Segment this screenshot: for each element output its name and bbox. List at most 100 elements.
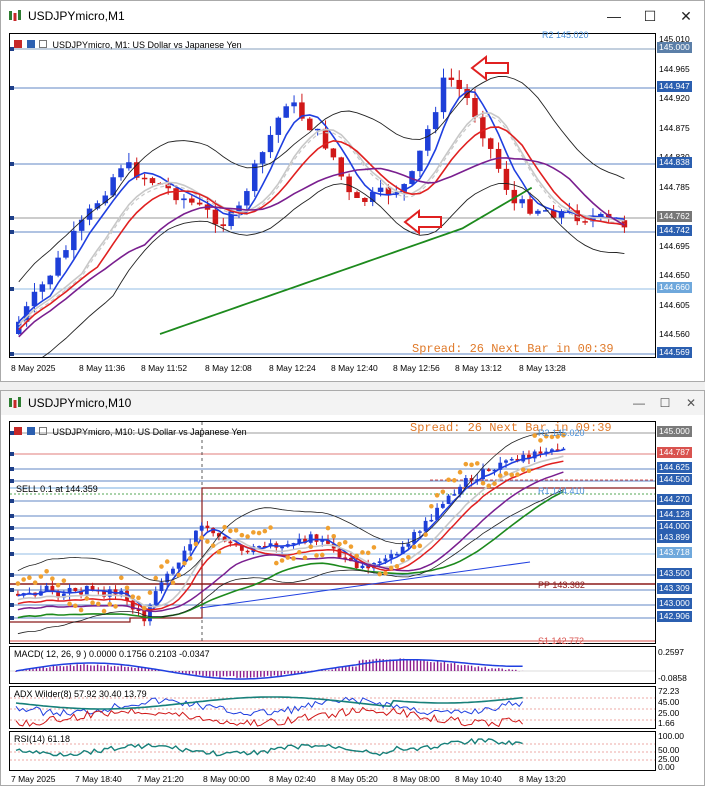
m1-price-tag: 144.660 [657,282,692,293]
m10-candle [417,531,422,533]
m1-time-tick: 8 May 2025 [11,363,56,373]
adx-tick-2: 25.00 [658,708,680,718]
parabolic-sar-dot [182,560,187,566]
parabolic-sar-dot [147,590,153,595]
m1-candle [275,117,282,135]
parabolic-sar-dot [434,493,440,498]
m1-r2-label: R2 145.020 [542,30,589,40]
parabolic-sar-dot [159,564,164,569]
m10-level-marker [10,467,14,471]
m1-price-tick: 144.695 [659,240,690,251]
m1-price-tick: 144.965 [659,63,690,74]
chart-window-icon [9,10,21,21]
macd-panel[interactable]: MACD( 12, 26, 9 ) 0.0000 0.1756 0.2103 -… [9,646,656,684]
maximize-button[interactable]: ☐ [652,391,678,415]
parabolic-sar-dot [101,608,107,614]
m1-title-bar[interactable]: USDJPYmicro,M1 — ☐ ✕ [1,1,704,31]
parabolic-sar-dot [474,461,480,466]
m1-candle [472,98,478,118]
parabolic-sar-dot [538,438,543,443]
parabolic-sar-dot [233,528,239,533]
daily-range-line [10,487,655,623]
m1-price-canvas [10,47,655,357]
m1-candle [535,210,541,214]
macd-label: MACD( 12, 26, 9 ) 0.0000 0.1756 0.2103 -… [14,649,210,659]
m1-ma-purple [18,157,625,338]
m1-candle [527,199,533,214]
m10-level-marker [10,552,14,556]
m1-price-tag: 144.947 [657,81,692,92]
parabolic-sar-dot [268,525,273,530]
m10-price-tag: 143.309 [657,583,692,594]
m10-chart-info: USDJPYmicro, M10: US Dollar vs Japanese … [14,427,247,437]
parabolic-sar-dot [291,556,296,561]
m10-title-bar[interactable]: USDJPYmicro,M10 — ☐ ✕ [1,391,704,415]
parabolic-sar-dot [520,467,526,473]
rsi-tick-3: 0.00 [658,762,675,772]
parabolic-sar-dot [130,594,136,599]
close-button[interactable]: ✕ [668,1,704,31]
m10-time-tick: 8 May 10:40 [455,774,502,784]
parabolic-sar-dot [118,575,124,581]
minimize-button[interactable]: — [626,391,652,415]
m10-pp-label: PP 143.382 [538,580,585,590]
m1-time-tick: 8 May 12:40 [331,363,378,373]
parabolic-sar-dot [342,539,348,545]
adx-panel[interactable]: ADX Wilder(8) 57.92 30.40 13.79 [9,686,656,729]
macd-tick-top: 0.2597 [658,647,684,657]
m1-price-plot[interactable]: USDJPYmicro, M1: US Dollar vs Japanese Y… [9,30,656,358]
minimize-button[interactable]: — [596,1,632,31]
parabolic-sar-dot [308,544,314,550]
parabolic-sar-dot [480,480,486,486]
close-button[interactable]: ✕ [678,391,704,415]
arrow-marker [470,54,509,82]
parabolic-sar-dot [187,556,193,561]
m1-window-title: USDJPYmicro,M1 [28,9,125,23]
maximize-button[interactable]: ☐ [632,1,668,31]
m1-candle [55,257,61,276]
m10-level-marker [10,573,14,577]
rsi-main-line [15,737,523,757]
parabolic-sar-dot [136,595,141,601]
m10-time-tick: 8 May 00:00 [203,774,250,784]
m10-candle [314,534,319,542]
parabolic-sar-dot [84,596,90,601]
arrow-marker [403,208,442,236]
m1-candle [31,291,38,307]
m10-time-tick: 8 May 13:20 [519,774,566,784]
m1-candle [212,209,219,225]
m10-candle [446,495,451,504]
m1-price-tick: 144.560 [659,329,690,339]
m10-time-tick: 8 May 05:20 [331,774,378,784]
m10-chart-window[interactable]: USDJPYmicro,M10 — ☐ ✕ USDJPYmicro, M10: … [0,390,705,786]
parabolic-sar-dot [469,462,474,468]
m1-ma-silver [18,112,625,326]
trend-line [199,561,531,609]
m10-level-marker [10,526,14,530]
parabolic-sar-dot [492,481,497,486]
m1-time-tick: 8 May 12:08 [205,363,252,373]
m1-candle [118,168,124,178]
chart-mini-icon [39,40,48,48]
m10-candle [337,548,342,558]
m1-symbol-description: USDJPYmicro, M1: US Dollar vs Japanese Y… [52,40,242,50]
parabolic-sar-dot [44,569,49,574]
parabolic-sar-dot [50,576,55,581]
m1-chart-window[interactable]: USDJPYmicro,M1 — ☐ ✕ USDJPYmicro, M1: US… [0,0,705,382]
rsi-panel[interactable]: RSI(14) 61.18 [9,731,656,771]
m10-price-plot[interactable]: USDJPYmicro, M10: US Dollar vs Japanese … [9,421,656,646]
parabolic-sar-dot [67,601,72,607]
adx-label: ADX Wilder(8) 57.92 30.40 13.79 [14,689,147,699]
chart-mini-icon [26,427,35,435]
parabolic-sar-dot [32,580,38,585]
m10-candle [257,545,261,548]
m10-time-tick: 8 May 08:00 [393,774,440,784]
m1-spread-text: Spread: 26 Next Bar in 00:39 [412,342,614,356]
m1-candle [71,230,77,251]
m10-symbol-description: USDJPYmicro, M10: US Dollar vs Japanese … [52,427,247,437]
chart-mini-icon [26,40,35,48]
m1-candle [307,118,313,131]
sell-order-label[interactable]: SELL 0.1 at 144.359 [16,484,98,494]
m10-price-canvas [10,422,655,643]
parabolic-sar-dot [27,575,32,580]
